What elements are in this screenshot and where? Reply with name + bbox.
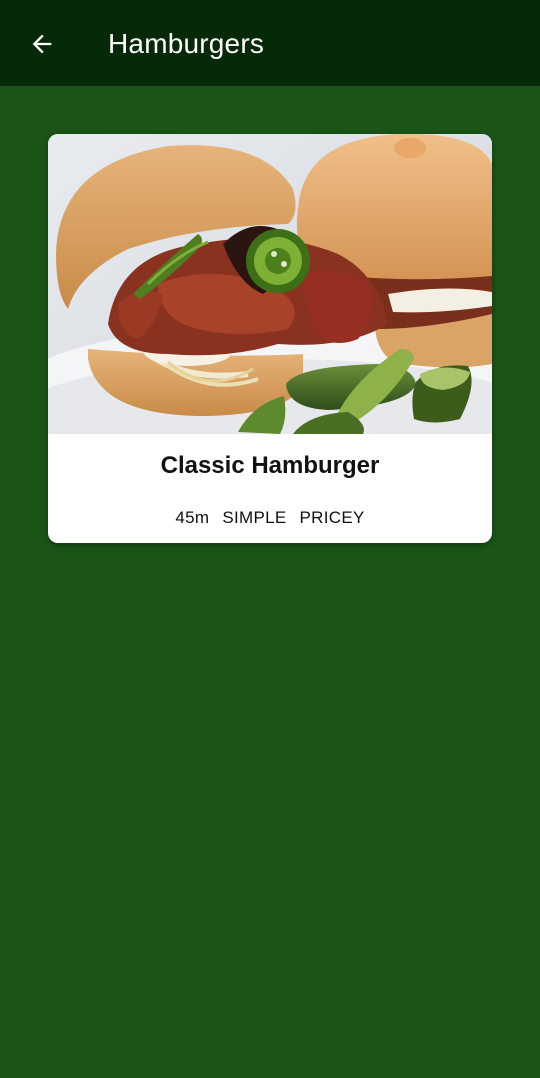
meal-meta: 45m SIMPLE PRICEY xyxy=(48,506,492,530)
app-bar: Hamburgers xyxy=(0,0,540,86)
meal-complexity: SIMPLE xyxy=(222,508,287,527)
page-title: Hamburgers xyxy=(108,28,265,59)
meal-title: Classic Hamburger xyxy=(160,452,380,479)
back-button[interactable] xyxy=(22,26,62,62)
meals-list: Classic Hamburger 45m SIMPLE PRICEY xyxy=(0,86,540,1078)
meal-card[interactable]: Classic Hamburger 45m SIMPLE PRICEY xyxy=(48,134,492,543)
arrow-left-icon xyxy=(32,34,52,54)
meal-duration: 45m xyxy=(175,508,210,527)
burger-photo xyxy=(48,134,492,434)
meal-affordability: PRICEY xyxy=(299,508,365,527)
